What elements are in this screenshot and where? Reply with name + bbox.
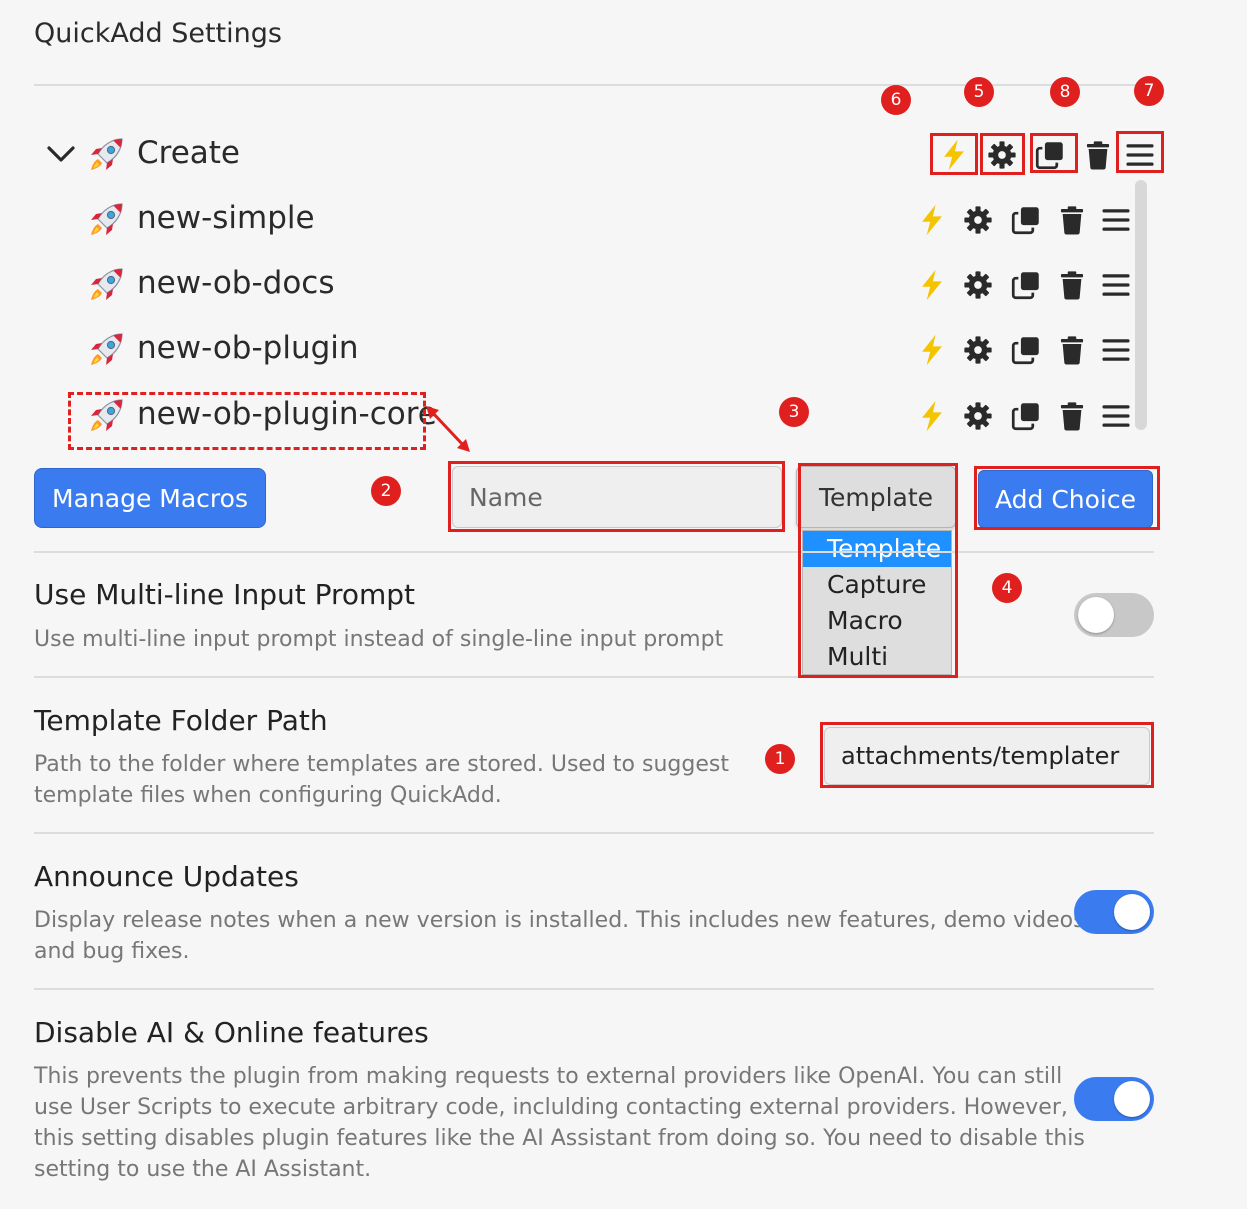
annotation-arrow — [426, 406, 470, 452]
duplicate-icon[interactable] — [1006, 265, 1046, 305]
lightning-icon[interactable] — [912, 200, 952, 240]
choice-name-input[interactable] — [452, 466, 782, 528]
setting-description: Use multi-line input prompt instead of s… — [34, 627, 724, 652]
dropdown-option-multi[interactable]: Multi — [803, 639, 951, 675]
annotation-marker: 5 — [964, 77, 994, 107]
drag-handle-icon[interactable] — [1096, 330, 1136, 370]
scrollbar[interactable] — [1135, 180, 1147, 430]
setting-description: This prevents the plugin from making req… — [34, 1061, 1085, 1185]
toggle-knob — [1078, 597, 1114, 633]
duplicate-icon[interactable] — [1006, 330, 1046, 370]
multiline-toggle[interactable] — [1074, 593, 1154, 637]
description-line: Display release notes when a new version… — [34, 908, 1092, 933]
toggle-knob — [1114, 1081, 1150, 1117]
trash-icon[interactable] — [1052, 396, 1092, 436]
choice-label: new-simple — [137, 200, 315, 236]
description-line: This prevents the plugin from making req… — [34, 1064, 1063, 1089]
add-choice-button[interactable]: Add Choice — [978, 470, 1153, 528]
choice-item[interactable]: new-simple — [0, 190, 1247, 250]
dropdown-option-macro[interactable]: Macro — [803, 603, 951, 639]
choice-label: new-ob-docs — [137, 265, 335, 301]
divider — [34, 676, 1154, 678]
description-line: setting to use the AI Assistant. — [34, 1157, 372, 1182]
choice-group-create[interactable]: Create — [0, 125, 1247, 185]
dropdown-option-capture[interactable]: Capture — [803, 567, 951, 603]
gear-icon[interactable] — [958, 330, 998, 370]
trash-icon[interactable] — [1052, 330, 1092, 370]
setting-name: Announce Updates — [34, 860, 299, 893]
lightning-icon[interactable] — [912, 330, 952, 370]
drag-handle-icon[interactable] — [1096, 265, 1136, 305]
description-line: this setting disables plugin features li… — [34, 1126, 1085, 1151]
choice-label: new-ob-plugin-core — [137, 396, 437, 432]
setting-description: Display release notes when a new version… — [34, 905, 1092, 967]
annotation-marker: 8 — [1050, 77, 1080, 107]
announce-updates-toggle[interactable] — [1074, 890, 1154, 934]
choice-item[interactable]: new-ob-plugin — [0, 320, 1247, 380]
annotation-marker: 4 — [992, 573, 1022, 603]
choice-item[interactable]: new-ob-plugin-core — [0, 386, 1247, 446]
annotation-marker: 1 — [765, 744, 795, 774]
choice-label: Create — [137, 135, 241, 171]
duplicate-icon[interactable] — [1030, 135, 1070, 175]
divider — [34, 551, 1154, 553]
gear-icon[interactable] — [958, 200, 998, 240]
toggle-knob — [1114, 894, 1150, 930]
choice-type-select[interactable]: Template — [796, 466, 956, 528]
description-line: use User Scripts to execute arbitrary co… — [34, 1095, 1068, 1120]
manage-macros-button[interactable]: Manage Macros — [34, 468, 266, 528]
template-folder-input[interactable] — [824, 727, 1150, 785]
divider — [34, 832, 1154, 834]
choice-label: new-ob-plugin — [137, 330, 359, 366]
drag-handle-icon[interactable] — [1096, 396, 1136, 436]
description-line: and bug fixes. — [34, 939, 190, 964]
setting-description: Path to the folder where templates are s… — [34, 749, 729, 811]
drag-handle-icon[interactable] — [1120, 135, 1160, 175]
annotation-marker: 3 — [779, 397, 809, 427]
dropdown-option-template[interactable]: Template — [803, 531, 951, 567]
rocket-icon — [86, 200, 126, 240]
trash-icon[interactable] — [1052, 265, 1092, 305]
trash-icon[interactable] — [1052, 200, 1092, 240]
description-line: Path to the folder where templates are s… — [34, 752, 729, 777]
description-line: template files when configuring QuickAdd… — [34, 783, 502, 808]
lightning-icon[interactable] — [934, 135, 974, 175]
page-title: QuickAdd Settings — [34, 18, 282, 49]
setting-name: Disable AI & Online features — [34, 1016, 429, 1049]
choice-item[interactable]: new-ob-docs — [0, 255, 1247, 315]
chevron-down-icon[interactable] — [44, 137, 78, 171]
rocket-icon — [86, 135, 126, 175]
annotation-marker: 7 — [1134, 76, 1164, 106]
annotation-marker: 6 — [881, 85, 911, 115]
lightning-icon[interactable] — [912, 396, 952, 436]
divider — [34, 988, 1154, 990]
gear-icon[interactable] — [958, 396, 998, 436]
disable-ai-toggle[interactable] — [1074, 1077, 1154, 1121]
annotation-marker: 2 — [371, 476, 401, 506]
rocket-icon — [86, 265, 126, 305]
gear-icon[interactable] — [982, 135, 1022, 175]
lightning-icon[interactable] — [912, 265, 952, 305]
duplicate-icon[interactable] — [1006, 200, 1046, 240]
rocket-icon — [86, 330, 126, 370]
rocket-icon — [86, 396, 126, 436]
duplicate-icon[interactable] — [1006, 396, 1046, 436]
setting-name: Use Multi-line Input Prompt — [34, 578, 416, 611]
gear-icon[interactable] — [958, 265, 998, 305]
drag-handle-icon[interactable] — [1096, 200, 1136, 240]
setting-name: Template Folder Path — [34, 704, 328, 737]
trash-icon[interactable] — [1078, 135, 1118, 175]
